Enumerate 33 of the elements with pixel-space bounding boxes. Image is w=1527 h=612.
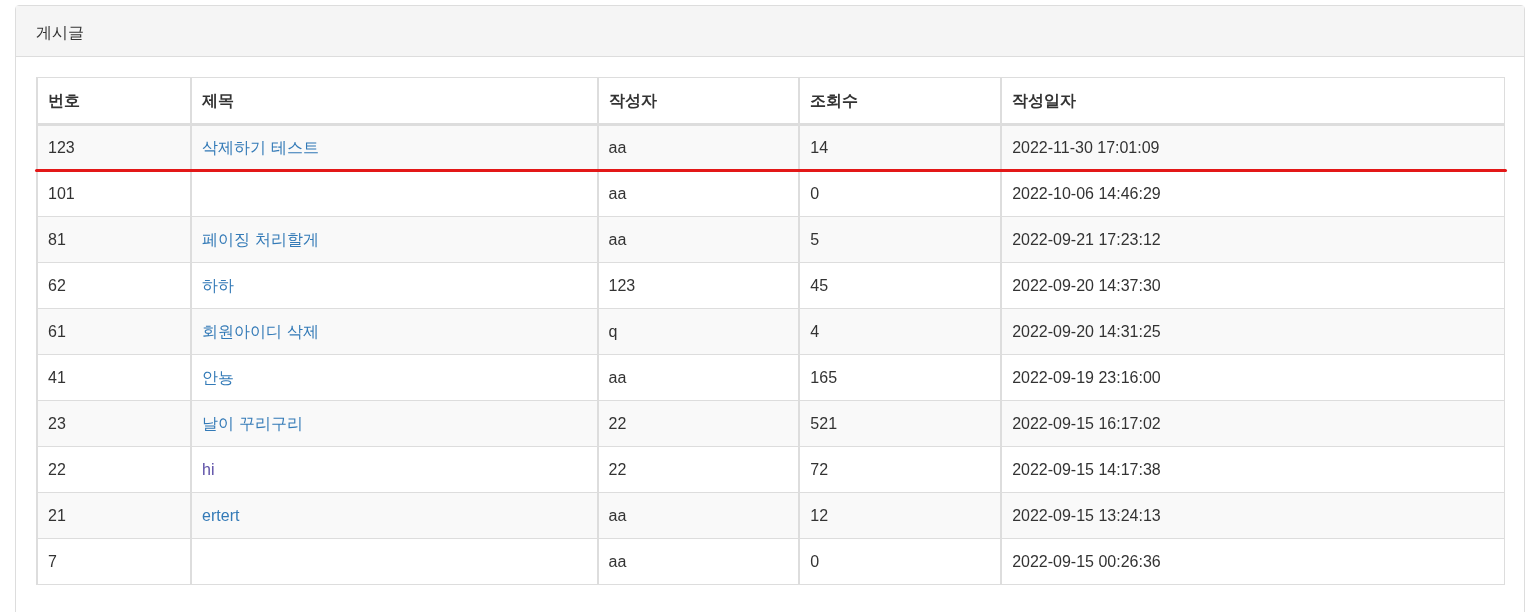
author-cell: 22 [597, 400, 800, 447]
date-cell: 2022-09-15 13:24:13 [1001, 492, 1505, 539]
author-cell: aa [597, 492, 800, 539]
post-title-link[interactable]: 삭제하기 테스트 [202, 139, 319, 156]
post-number-cell: 21 [37, 492, 192, 539]
author-cell: aa [597, 538, 800, 585]
post-number-cell: 7 [37, 538, 192, 585]
date-cell: 2022-09-15 00:26:36 [1001, 538, 1505, 585]
post-number-cell: 61 [37, 308, 192, 355]
view-count-cell: 14 [799, 124, 1002, 171]
view-count-cell: 0 [799, 538, 1002, 585]
view-count-cell: 4 [799, 308, 1002, 355]
post-title-link[interactable]: 날이 꾸리구리 [202, 414, 303, 432]
date-cell: 2022-09-21 17:23:12 [1001, 216, 1505, 263]
panel-title: 게시글 [36, 24, 84, 41]
view-count-cell: 5 [799, 216, 1002, 263]
post-title-link[interactable]: 하하 [202, 276, 235, 294]
author-cell: q [597, 308, 800, 355]
author-cell: aa [597, 216, 800, 263]
author-cell: aa [597, 124, 800, 171]
date-cell: 2022-09-15 16:17:02 [1001, 400, 1505, 447]
post-number-cell: 23 [37, 400, 192, 447]
post-number-cell: 123 [37, 124, 192, 171]
post-title-link[interactable]: 회원아이디 삭제 [202, 322, 319, 340]
post-title-link[interactable]: ertert [202, 506, 240, 524]
view-count-cell: 12 [799, 492, 1002, 539]
post-title-link[interactable]: 안뇽 [202, 368, 235, 386]
post-title-link[interactable]: 페이징 처리할게 [202, 230, 319, 248]
date-cell: 2022-09-20 14:31:25 [1001, 308, 1505, 355]
post-title-link[interactable]: hi [202, 460, 215, 478]
post-number-cell: 81 [37, 216, 192, 263]
view-count-cell: 521 [799, 400, 1002, 447]
date-cell: 2022-11-30 17:01:09 [1001, 124, 1505, 171]
